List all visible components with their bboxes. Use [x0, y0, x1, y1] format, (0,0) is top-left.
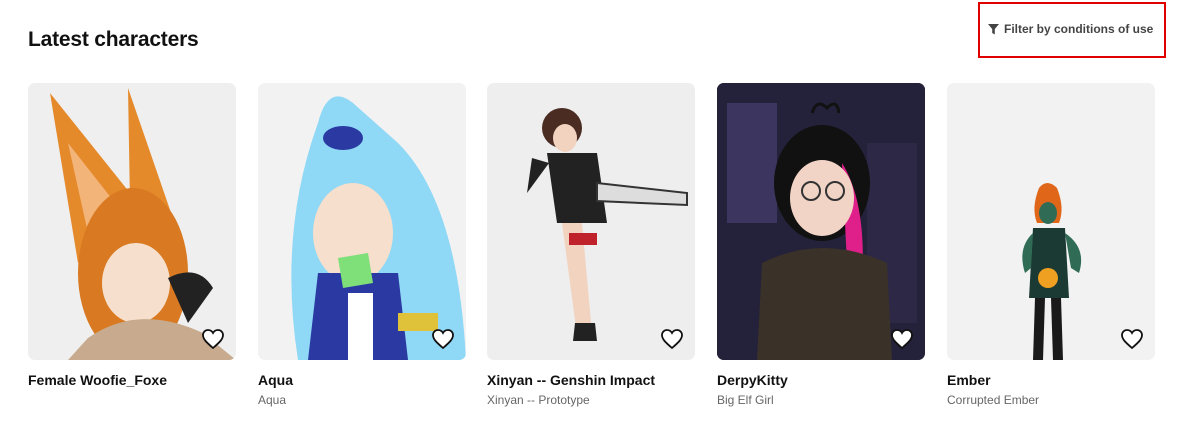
- heart-icon[interactable]: [201, 328, 225, 350]
- character-card[interactable]: Female Woofie_Foxe: [28, 83, 236, 393]
- card-title[interactable]: Xinyan -- Genshin Impact: [487, 372, 695, 388]
- character-thumbnail[interactable]: [258, 83, 466, 360]
- filter-button[interactable]: Filter by conditions of use: [988, 22, 1153, 36]
- character-card[interactable]: Ember Corrupted Ember: [947, 83, 1155, 407]
- character-card[interactable]: Xinyan -- Genshin Impact Xinyan -- Proto…: [487, 83, 695, 407]
- character-thumbnail[interactable]: [717, 83, 925, 360]
- section-title: Latest characters: [28, 28, 199, 51]
- heart-icon[interactable]: [1120, 328, 1144, 350]
- card-title[interactable]: Ember: [947, 372, 1155, 388]
- card-subtitle: Aqua: [258, 393, 287, 407]
- heart-icon[interactable]: [431, 328, 455, 350]
- heart-icon[interactable]: [660, 328, 684, 350]
- character-image: [1022, 183, 1082, 360]
- character-image: [50, 88, 236, 360]
- filter-icon: [988, 23, 999, 35]
- character-image: [717, 83, 925, 360]
- card-subtitle: Big Elf Girl: [717, 393, 774, 407]
- card-title[interactable]: DerpyKitty: [717, 372, 925, 388]
- card-subtitle: Xinyan -- Prototype: [487, 393, 590, 407]
- heart-icon[interactable]: [890, 328, 914, 350]
- card-subtitle: Corrupted Ember: [947, 393, 1040, 407]
- character-card[interactable]: Aqua Aqua: [258, 83, 466, 407]
- character-thumbnail[interactable]: [28, 83, 236, 360]
- character-thumbnail[interactable]: [947, 83, 1155, 360]
- character-image: [291, 96, 466, 360]
- character-image: [527, 108, 688, 341]
- character-card[interactable]: DerpyKitty Big Elf Girl: [717, 83, 925, 407]
- card-title[interactable]: Female Woofie_Foxe: [28, 372, 236, 388]
- character-thumbnail[interactable]: [487, 83, 695, 360]
- card-title[interactable]: Aqua: [258, 372, 466, 388]
- filter-label: Filter by conditions of use: [1004, 22, 1154, 36]
